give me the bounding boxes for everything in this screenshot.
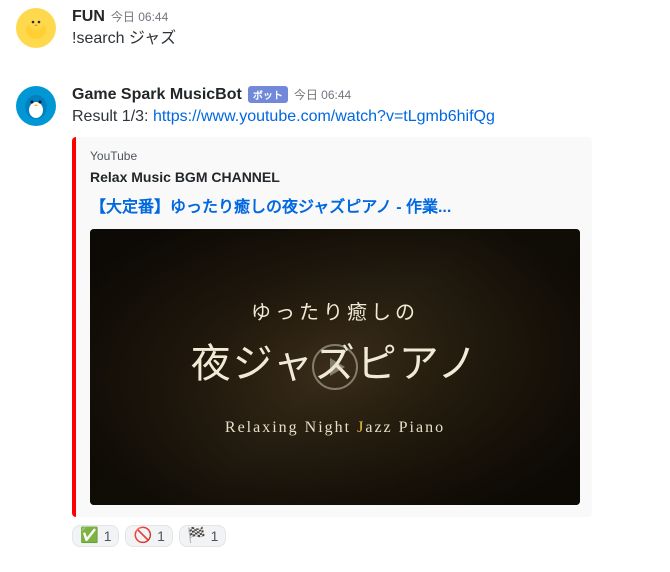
- embed: YouTube Relax Music BGM CHANNEL 【大定番】ゆった…: [72, 137, 592, 517]
- embed-title[interactable]: 【大定番】ゆったり癒しの夜ジャズピアノ - 作業...: [90, 193, 578, 217]
- reaction-check[interactable]: ✅ 1: [72, 525, 119, 547]
- check-icon: ✅: [80, 528, 99, 543]
- message-content: Result 1/3: https://www.youtube.com/watc…: [72, 106, 654, 128]
- timestamp: 今日 06:44: [111, 8, 168, 25]
- result-link[interactable]: https://www.youtube.com/watch?v=tLgmb6hi…: [153, 108, 495, 125]
- message-header: Game Spark MusicBot ボット 今日 06:44: [72, 86, 654, 104]
- reaction-count: 1: [157, 528, 165, 544]
- bot-tag: ボット: [248, 86, 288, 103]
- message-header: FUN 今日 06:44: [72, 8, 654, 26]
- play-icon[interactable]: [312, 344, 358, 390]
- username[interactable]: Game Spark MusicBot: [72, 86, 242, 104]
- message-body: FUN 今日 06:44 !search ジャズ: [72, 8, 654, 50]
- message-body: Game Spark MusicBot ボット 今日 06:44 Result …: [72, 86, 654, 546]
- embed-provider: YouTube: [90, 149, 578, 163]
- thumb-english: Relaxing Night Jazz Piano: [225, 419, 445, 437]
- avatar[interactable]: [16, 8, 56, 48]
- reaction-flag[interactable]: 🏁 1: [179, 525, 226, 547]
- reactions: ✅ 1 🚫 1 🏁 1: [72, 525, 654, 547]
- flag-icon: 🏁: [187, 528, 206, 543]
- reaction-count: 1: [211, 528, 219, 544]
- thumb-subtitle: ゆったり癒しの: [251, 296, 419, 325]
- avatar[interactable]: [16, 86, 56, 126]
- reaction-no[interactable]: 🚫 1: [125, 525, 172, 547]
- result-prefix: Result 1/3:: [72, 108, 153, 125]
- no-entry-icon: 🚫: [133, 528, 152, 543]
- penguin-icon: [21, 91, 51, 121]
- message-user: FUN 今日 06:44 !search ジャズ: [0, 0, 670, 54]
- chick-icon: [22, 14, 50, 42]
- timestamp: 今日 06:44: [294, 86, 351, 103]
- video-thumbnail[interactable]: ゆったり癒しの 夜ジャズピアノ Relaxing Night Jazz Pian…: [90, 229, 580, 505]
- username[interactable]: FUN: [72, 8, 105, 26]
- message-content: !search ジャズ: [72, 28, 654, 50]
- reaction-count: 1: [104, 528, 112, 544]
- message-bot: Game Spark MusicBot ボット 今日 06:44 Result …: [0, 78, 670, 550]
- embed-author[interactable]: Relax Music BGM CHANNEL: [90, 169, 578, 185]
